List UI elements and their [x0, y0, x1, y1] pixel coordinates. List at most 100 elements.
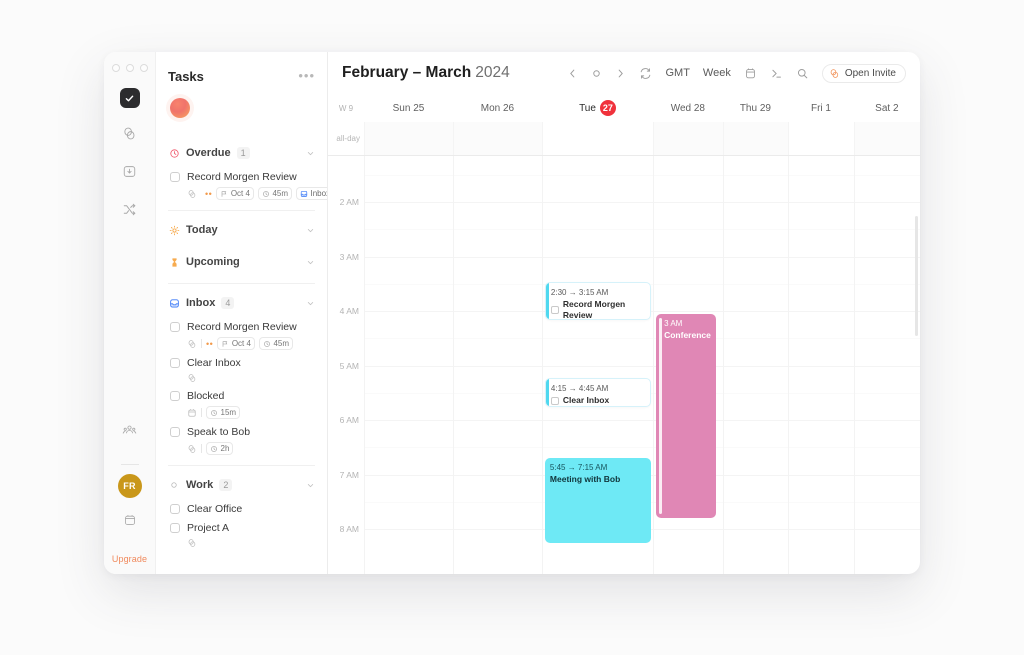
day-header-thu[interactable]: Thu 29	[723, 94, 789, 122]
event-conference[interactable]: 3 AM Conference	[656, 314, 717, 518]
task-checkbox[interactable]	[170, 358, 180, 368]
task-checkbox[interactable]	[170, 427, 180, 437]
rail-item-loop[interactable]	[117, 120, 143, 146]
grid-hour-line	[654, 283, 723, 285]
grid-hour-line	[789, 501, 854, 503]
task-item[interactable]: Project A	[168, 517, 315, 550]
rail-item-team[interactable]	[117, 417, 143, 443]
grid-hour-line	[654, 174, 723, 176]
open-invite-button[interactable]: Open Invite	[821, 63, 906, 83]
task-item[interactable]: Clear Office	[168, 498, 315, 517]
day-column-sun[interactable]	[364, 156, 453, 574]
all-day-cell-thu[interactable]	[722, 122, 789, 155]
day-column-sat[interactable]	[853, 156, 920, 574]
all-day-cell-mon[interactable]	[452, 122, 542, 155]
day-header-wed[interactable]: Wed 28	[653, 94, 723, 122]
task-checkbox[interactable]	[170, 391, 180, 401]
search-icon[interactable]	[796, 67, 809, 80]
next-week-button[interactable]	[615, 68, 626, 79]
grid-hour-line	[854, 174, 920, 176]
inbox-icon	[300, 190, 308, 198]
task-chip-2h[interactable]: 2h	[206, 442, 234, 455]
calendar-icon[interactable]	[744, 67, 757, 80]
all-day-cell-sun[interactable]	[364, 122, 453, 155]
task-checkbox[interactable]	[170, 504, 180, 514]
project-color-dot[interactable]	[170, 98, 190, 118]
calendar-box-icon	[123, 513, 137, 527]
task-checkbox[interactable]	[170, 523, 180, 533]
refresh-icon[interactable]	[639, 67, 652, 80]
day-column-fri[interactable]	[788, 156, 854, 574]
task-group-header-overdue[interactable]: Overdue 1	[168, 140, 315, 166]
task-item[interactable]: Record Morgen Review •• Oct 4 45m	[168, 316, 315, 352]
task-chip-15m[interactable]: 15m	[206, 406, 241, 419]
task-checkbox[interactable]	[170, 172, 180, 182]
all-day-cell-tue[interactable]	[541, 122, 654, 155]
day-column-thu[interactable]	[722, 156, 789, 574]
day-column-mon[interactable]	[452, 156, 542, 574]
chevron-down-icon[interactable]	[306, 481, 315, 490]
task-chip-45m[interactable]: 45m	[258, 337, 293, 350]
task-group-header-upcoming[interactable]: Upcoming	[168, 249, 315, 275]
grid-hour-line	[453, 474, 542, 476]
task-chip-oct 4[interactable]: Oct 4	[216, 187, 254, 200]
grid-hour-line	[854, 529, 920, 530]
all-day-cell-sat[interactable]	[853, 122, 920, 155]
timezone-label[interactable]: GMT	[665, 67, 689, 79]
task-checkbox[interactable]	[170, 322, 180, 332]
today-button[interactable]	[591, 68, 602, 79]
grid-hour-line	[723, 420, 789, 421]
rail-item-calendar[interactable]	[117, 507, 143, 533]
task-item[interactable]: Record Morgen Review •• Oct 4 45m Inbox	[168, 166, 327, 202]
rail-item-archive[interactable]	[117, 158, 143, 184]
task-item[interactable]: Clear Inbox	[168, 352, 315, 385]
calendar-scrollbar[interactable]	[915, 216, 918, 336]
grid-hour-line	[789, 283, 854, 285]
upgrade-link[interactable]: Upgrade	[112, 554, 147, 564]
window-traffic-lights[interactable]	[111, 64, 148, 72]
task-group-header-today[interactable]: Today	[168, 217, 315, 243]
grid-hour-line	[723, 338, 789, 340]
close-button[interactable]	[111, 64, 120, 72]
task-chip-oct 4[interactable]: Oct 4	[217, 337, 255, 350]
rail-item-shuffle[interactable]	[117, 196, 143, 222]
grid-hour-line	[453, 256, 542, 258]
event-meeting-with-bob[interactable]: 5:45 → 7:15 AM Meeting with Bob	[544, 458, 652, 543]
event-record-morgen-review[interactable]: 2:30 → 3:15 AM Record Morgen Review	[544, 282, 652, 320]
task-group-header-inbox[interactable]: Inbox 4	[168, 290, 315, 316]
prev-week-button[interactable]	[567, 68, 578, 79]
chevron-down-icon[interactable]	[306, 149, 315, 158]
event-checkbox[interactable]	[550, 306, 559, 314]
view-selector[interactable]: Week	[703, 67, 731, 79]
all-day-cell-fri[interactable]	[788, 122, 854, 155]
day-header-label: Fri 1	[810, 102, 831, 114]
minimize-button[interactable]	[125, 64, 134, 72]
day-header-sun[interactable]: Sun 25	[364, 94, 453, 122]
zoom-button[interactable]	[139, 64, 148, 72]
task-group-header-work[interactable]: Work 2	[168, 472, 315, 498]
day-header-fri[interactable]: Fri 1	[788, 94, 854, 122]
event-clear-inbox[interactable]: 4:15 → 4:45 AM Clear Inbox	[544, 378, 652, 407]
day-header-sat[interactable]: Sat 2	[854, 94, 920, 122]
clock-icon	[210, 445, 218, 453]
day-header-tue[interactable]: Tue 27	[542, 94, 653, 122]
day-header-mon[interactable]: Mon 26	[453, 94, 542, 122]
chevron-down-icon[interactable]	[306, 258, 315, 267]
day-column-tue[interactable]: 2:30 → 3:15 AM Record Morgen Review 4:15 →…	[541, 156, 654, 574]
task-item[interactable]: Blocked 15m	[168, 385, 315, 421]
day-column-wed[interactable]: 3 AM Conference	[653, 156, 723, 574]
chevron-down-icon[interactable]	[306, 226, 315, 235]
terminal-icon[interactable]	[770, 67, 783, 80]
chevron-down-icon[interactable]	[306, 299, 315, 308]
all-day-cell-wed[interactable]	[653, 122, 723, 155]
event-checkbox[interactable]	[550, 396, 559, 405]
day-columns[interactable]: 2:30 → 3:15 AM Record Morgen Review 4:15 →…	[364, 156, 920, 574]
calendar-grid[interactable]: 2 AM 3 AM 4 AM 5 AM 6 AM 7 AM 8 AM 2:30 → 3:15…	[328, 156, 920, 574]
grid-hour-line	[453, 529, 542, 530]
task-chip-inbox[interactable]: Inbox	[296, 187, 327, 200]
rail-item-tasks[interactable]	[119, 88, 140, 108]
avatar[interactable]: FR	[117, 474, 142, 498]
task-chip-45m[interactable]: 45m	[257, 187, 292, 200]
task-item[interactable]: Speak to Bob 2h	[168, 421, 315, 457]
tasks-more-button[interactable]: •••	[298, 69, 315, 82]
